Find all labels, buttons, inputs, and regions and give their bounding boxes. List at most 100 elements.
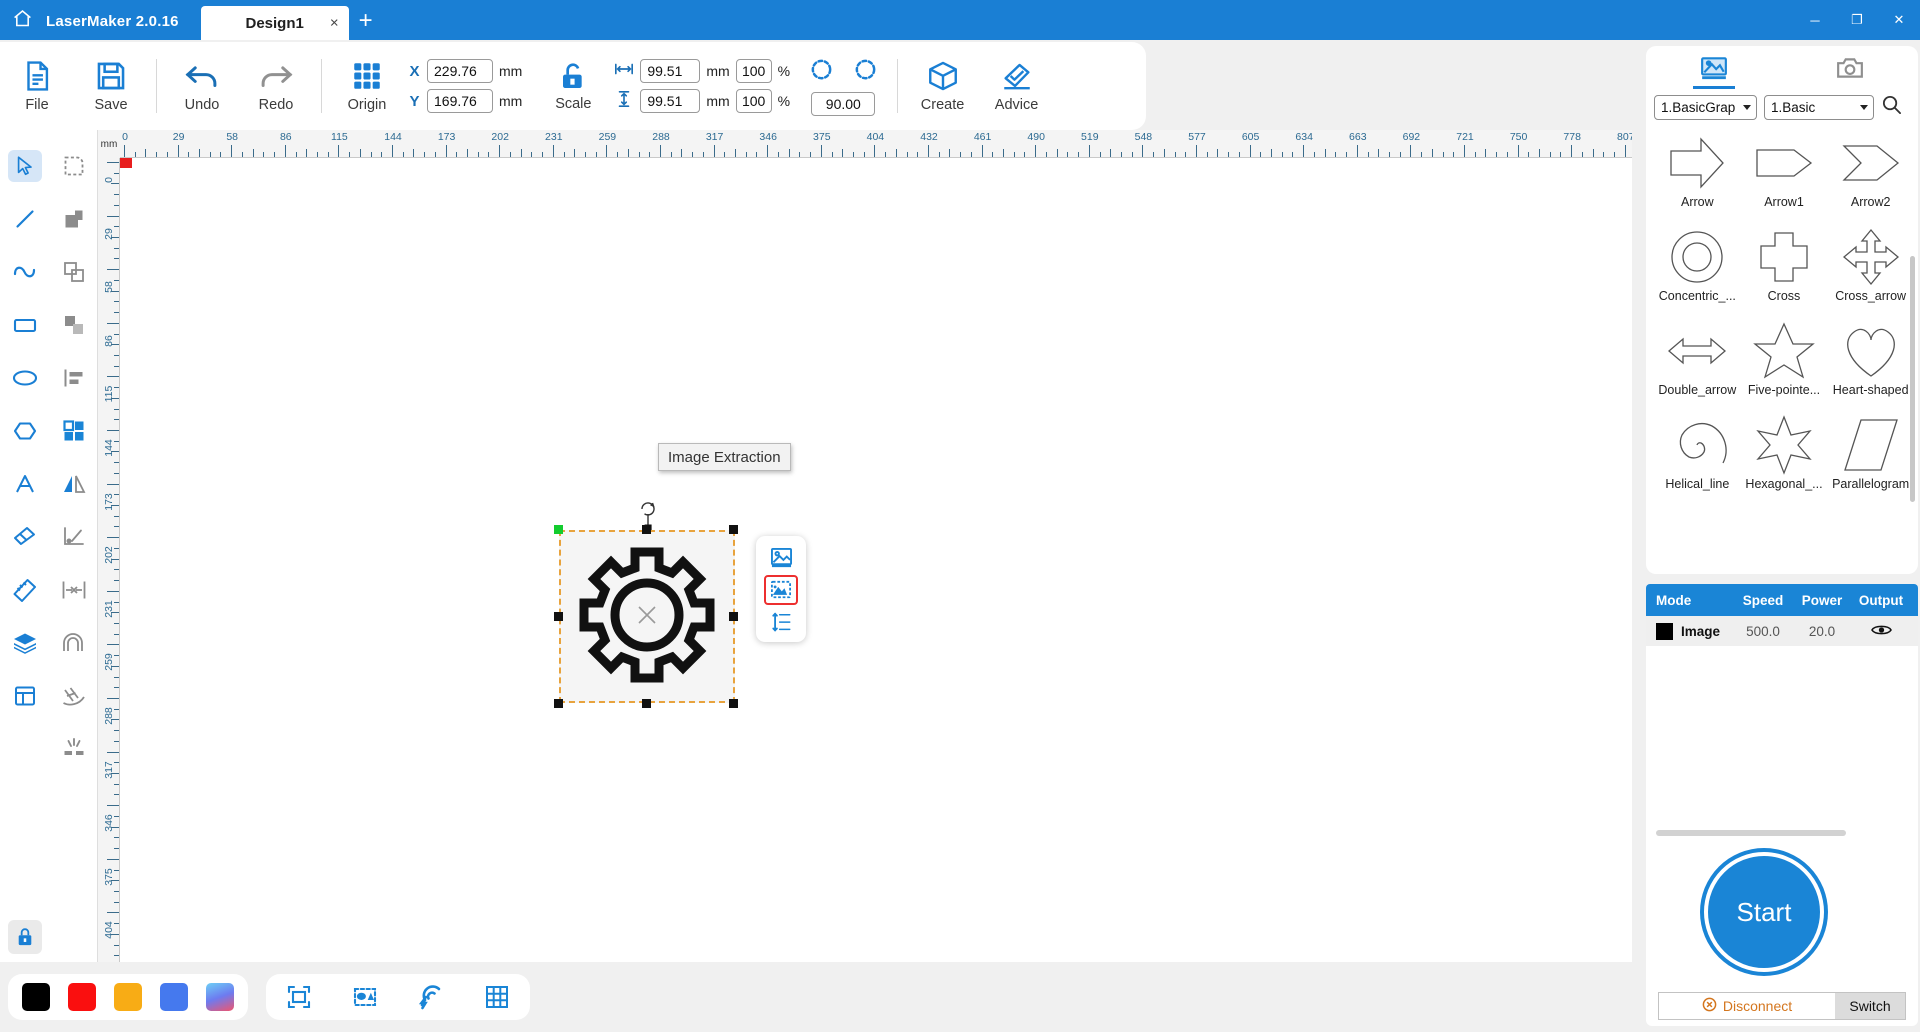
home-icon[interactable]	[0, 0, 44, 40]
union-tool[interactable]	[49, 197, 98, 240]
distribute-tool[interactable]	[49, 568, 98, 611]
origin-button[interactable]: Origin	[330, 46, 404, 126]
height-input[interactable]: 99.51	[640, 89, 701, 113]
row-power-cell[interactable]: 20.0	[1794, 624, 1850, 639]
height-percent-input[interactable]: 100	[735, 89, 772, 113]
parameter-hscrollbar[interactable]	[1656, 830, 1846, 836]
layout-tool[interactable]	[0, 674, 49, 717]
rotate-right-icon[interactable]	[852, 56, 879, 87]
swatch-gradient[interactable]	[206, 983, 234, 1011]
handle-bottom-left[interactable]	[554, 699, 563, 708]
start-button[interactable]: Start	[1704, 852, 1824, 972]
row-output-cell[interactable]	[1850, 623, 1912, 640]
category-select[interactable]: 1.BasicGrap	[1654, 94, 1757, 120]
shape-item-arrow2[interactable]: Arrow2	[1827, 132, 1914, 226]
fit-selection-icon[interactable]	[350, 982, 380, 1012]
swatch-black[interactable]	[22, 983, 50, 1011]
select-tool[interactable]	[0, 144, 49, 187]
fit-to-screen-icon[interactable]	[284, 982, 314, 1012]
align-tool[interactable]	[49, 356, 98, 399]
file-button[interactable]: File	[0, 46, 74, 126]
rotate-handle[interactable]	[641, 500, 655, 530]
node-edit-tool[interactable]	[49, 144, 98, 187]
library-tab[interactable]	[1646, 46, 1782, 94]
new-tab-button[interactable]: +	[349, 6, 383, 40]
layers-tool[interactable]	[0, 621, 49, 664]
x-unit-label: mm	[499, 63, 523, 79]
swatch-red[interactable]	[68, 983, 96, 1011]
line-tool[interactable]	[0, 197, 49, 240]
shape-grid-scrollbar[interactable]	[1910, 256, 1915, 502]
width-percent-input[interactable]: 100	[735, 59, 772, 83]
magnet-snap-icon[interactable]	[416, 982, 446, 1012]
handle-top-left[interactable]	[554, 525, 563, 534]
grid-toggle-icon[interactable]	[482, 982, 512, 1012]
minimize-button[interactable]: ─	[1794, 0, 1836, 40]
subtract-tool[interactable]	[49, 303, 98, 346]
switch-button[interactable]: Switch	[1835, 993, 1905, 1019]
eye-icon[interactable]	[1870, 625, 1892, 640]
handle-middle-right[interactable]	[729, 612, 738, 621]
path-text-tool[interactable]	[49, 674, 98, 717]
handle-top-center[interactable]	[642, 525, 651, 534]
subcategory-select[interactable]: 1.Basic	[1764, 94, 1874, 120]
rotate-left-icon[interactable]	[808, 56, 839, 87]
close-tab-icon[interactable]: ×	[330, 16, 339, 31]
eraser-tool[interactable]	[0, 515, 49, 558]
shape-item-helical-line[interactable]: Helical_line	[1654, 414, 1741, 508]
y-position-input[interactable]: 169.76	[427, 89, 493, 113]
close-window-button[interactable]: ✕	[1878, 0, 1920, 40]
rotation-input[interactable]: 90.00	[811, 92, 876, 116]
width-input[interactable]: 99.51	[640, 59, 701, 83]
intersect-tool[interactable]	[49, 250, 98, 293]
camera-tab[interactable]	[1782, 46, 1918, 94]
redo-button[interactable]: Redo	[239, 46, 313, 126]
layer-color-swatch[interactable]	[1656, 622, 1673, 640]
array-tool[interactable]	[49, 409, 98, 452]
document-tab[interactable]: Design1 ×	[200, 6, 349, 40]
image-edit-icon[interactable]	[764, 542, 798, 572]
shape-item-five-pointed-star[interactable]: Five-pointe...	[1741, 320, 1828, 414]
image-extraction-icon[interactable]	[764, 575, 798, 605]
advice-button[interactable]: Advice	[980, 46, 1054, 126]
disconnect-button[interactable]: Disconnect	[1659, 993, 1835, 1019]
offset-tool[interactable]	[49, 621, 98, 664]
shape-item-heart[interactable]: Heart-shaped	[1827, 320, 1914, 414]
row-speed-cell[interactable]: 500.0	[1732, 624, 1794, 639]
spark-tool[interactable]	[49, 727, 98, 770]
ellipse-tool[interactable]	[0, 356, 49, 399]
text-tool[interactable]	[0, 462, 49, 505]
shape-item-cross-arrow[interactable]: Cross_arrow	[1827, 226, 1914, 320]
design-canvas[interactable]	[120, 158, 1632, 962]
swatch-orange[interactable]	[114, 983, 142, 1011]
shape-item-arrow1[interactable]: Arrow1	[1741, 132, 1828, 226]
x-position-input[interactable]: 229.76	[427, 59, 493, 83]
save-button[interactable]: Save	[74, 46, 148, 126]
measure-angle-tool[interactable]	[49, 515, 98, 558]
create-button[interactable]: Create	[906, 46, 980, 126]
selected-object-group[interactable]	[554, 502, 738, 708]
lock-icon[interactable]	[8, 920, 42, 954]
shape-item-concentric[interactable]: Concentric_...	[1654, 226, 1741, 320]
swatch-blue[interactable]	[160, 983, 188, 1011]
polygon-tool[interactable]	[0, 409, 49, 452]
handle-top-right[interactable]	[729, 525, 738, 534]
rectangle-tool[interactable]	[0, 303, 49, 346]
table-row[interactable]: Image 500.0 20.0	[1646, 616, 1918, 646]
undo-button[interactable]: Undo	[165, 46, 239, 126]
maximize-button[interactable]: ❐	[1836, 0, 1878, 40]
shape-item-hexagonal-star[interactable]: Hexagonal_...	[1741, 414, 1828, 508]
shape-item-double-arrow[interactable]: Double_arrow	[1654, 320, 1741, 414]
scale-lock-button[interactable]: Scale	[536, 46, 610, 126]
curve-tool[interactable]	[0, 250, 49, 293]
mirror-tool[interactable]	[49, 462, 98, 505]
search-icon[interactable]	[1881, 94, 1902, 120]
ruler-tool[interactable]	[0, 568, 49, 611]
handle-middle-left[interactable]	[554, 612, 563, 621]
handle-bottom-right[interactable]	[729, 699, 738, 708]
image-trace-icon[interactable]	[764, 608, 798, 638]
shape-item-cross[interactable]: Cross	[1741, 226, 1828, 320]
shape-item-parallelogram[interactable]: Parallelogram	[1827, 414, 1914, 508]
handle-bottom-center[interactable]	[642, 699, 651, 708]
shape-item-arrow[interactable]: Arrow	[1654, 132, 1741, 226]
